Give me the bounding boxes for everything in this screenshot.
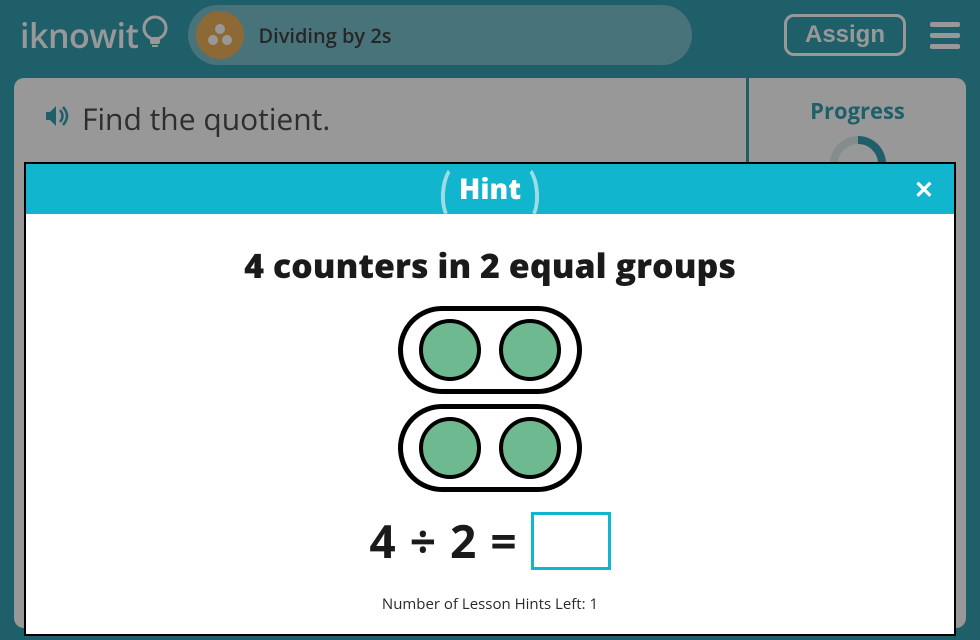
modal-title: Hint — [459, 170, 521, 208]
modal-header: Hint ✕ — [26, 164, 954, 214]
counter-dot — [499, 319, 561, 381]
counter-dot — [419, 417, 481, 479]
counter-groups — [398, 306, 582, 492]
counter-group — [398, 306, 582, 394]
equation-a: 4 — [369, 510, 395, 572]
hints-left-value: 1 — [590, 594, 599, 614]
hints-left-label: Number of Lesson Hints Left: — [382, 594, 586, 614]
answer-box[interactable] — [531, 512, 611, 570]
hint-text: 4 counters in 2 equal groups — [244, 242, 736, 288]
hints-left: Number of Lesson Hints Left: 1 — [382, 594, 598, 614]
divide-icon: ÷ — [410, 510, 436, 572]
close-icon[interactable]: ✕ — [914, 173, 934, 206]
equals-icon: = — [490, 510, 516, 572]
counter-dot — [419, 319, 481, 381]
counter-dot — [499, 417, 561, 479]
equation: 4 ÷ 2 = — [369, 510, 610, 572]
equation-b: 2 — [450, 510, 476, 572]
counter-group — [398, 404, 582, 492]
modal-body: 4 counters in 2 equal groups 4 ÷ 2 = Num… — [26, 214, 954, 634]
hint-modal: Hint ✕ 4 counters in 2 equal groups 4 ÷ … — [24, 162, 956, 636]
